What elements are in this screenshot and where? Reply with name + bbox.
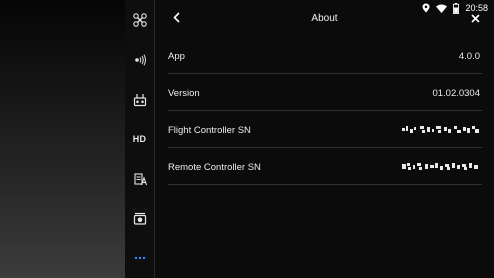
close-icon [470,10,480,28]
row-value: 01.02.0304 [432,88,480,99]
background-area [0,0,125,278]
close-button[interactable] [468,11,482,27]
list-item-flight-controller-sn: Flight Controller SN [168,111,482,148]
camera-icon [133,212,147,225]
sidebar-item-more[interactable] [125,246,154,270]
list-item-version: Version 01.02.0304 [168,74,482,111]
redacted-value [402,160,480,178]
row-label: App [168,51,185,62]
list-item-app: App 4.0.0 [168,37,482,74]
sidebar-item-battery[interactable] [125,167,154,191]
redacted-value [402,123,480,141]
drone-icon [132,13,147,27]
sidebar-item-aircraft[interactable] [125,8,154,32]
list-item-remote-controller-sn: Remote Controller SN [168,148,482,185]
battery-settings-icon [133,172,147,186]
sidebar-item-camera[interactable] [125,206,154,230]
more-icon [134,256,146,260]
sidebar-item-remote-controller[interactable] [125,88,154,112]
remote-controller-icon [133,93,147,107]
sidebar-item-hd[interactable]: HD [125,127,154,151]
sidebar-item-signal[interactable] [125,48,154,72]
row-label: Flight Controller SN [168,125,251,136]
page-title: About [311,13,338,24]
hd-label: HD [132,134,147,144]
about-list: App 4.0.0 Version 01.02.0304 Flight Cont… [168,37,482,185]
sidebar: HD [125,0,154,278]
row-label: Remote Controller SN [168,162,261,173]
row-value: 4.0.0 [458,51,480,62]
header: About [155,9,494,29]
row-label: Version [168,88,200,99]
signal-icon [133,54,147,66]
